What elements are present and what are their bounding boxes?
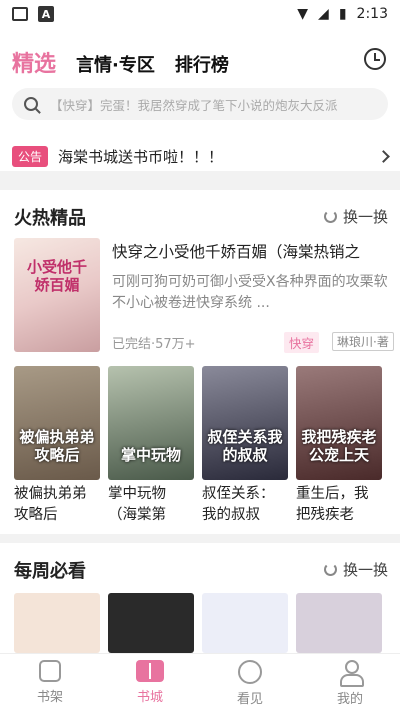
book-cover-title: 我把残疾老公宠上天 (301, 428, 377, 464)
refresh-icon (323, 563, 337, 576)
image-notification-icon (12, 7, 28, 21)
featured-cover[interactable]: 小受他千娇百媚 (14, 238, 100, 352)
featured-meta: 已完结·57万+ (112, 337, 196, 352)
book-cover: 我把残疾老公宠上天 (296, 366, 382, 480)
book-title: 被偏执弟弟攻略后（弟... (14, 486, 87, 523)
status-time: 2:13 (356, 6, 388, 22)
nav-label: 书架 (36, 690, 63, 705)
weekly-covers (14, 593, 382, 653)
featured-description: 可刚可狗可奶可御小受受X各种界面的攻栗软不小心被卷进快穿系统 ... (112, 274, 388, 311)
book-title: 掌中玩物（海棠第一... (108, 486, 166, 523)
notice-badge: 公告 (12, 145, 49, 167)
signal-icon: ◢ (318, 6, 329, 22)
nav-discover[interactable]: 看见 (200, 654, 300, 711)
refresh-label: 换一换 (342, 208, 388, 226)
weekly-cover[interactable] (202, 593, 288, 653)
user-icon (338, 660, 364, 687)
tab-romance[interactable]: 言情·专区 (76, 51, 155, 77)
history-clock-icon[interactable] (364, 48, 386, 70)
book-cover-title: 叔侄关系我的叔叔 (207, 428, 283, 464)
header: 精选 言情·专区 排行榜 【快穿】完蛋！我居然穿成了笔下小说的炮灰大反派 公告 … (0, 28, 400, 171)
refresh-icon (323, 210, 337, 223)
bookshelf-icon (39, 660, 61, 682)
book-title: 重生后，我把残疾老公... (296, 486, 369, 523)
top-tabs: 精选 言情·专区 排行榜 (12, 46, 229, 78)
notice-bar[interactable]: 公告 海棠书城送书币啦！！！ (0, 141, 400, 171)
a-notification-icon: A (38, 6, 54, 22)
refresh-button-hot[interactable]: 换一换 (323, 206, 388, 227)
section-title-weekly: 每周必看 (14, 561, 86, 582)
weekly-cover[interactable] (14, 593, 100, 653)
battery-icon: ▮ (338, 6, 347, 22)
bottom-nav: 书架 书城 看见 我的 (0, 653, 400, 711)
book-title: 叔侄关系：我的叔叔（... (202, 486, 275, 523)
planet-icon (238, 660, 262, 684)
chevron-right-icon (377, 149, 390, 163)
featured-tag: 快穿 (284, 332, 320, 353)
book-item[interactable]: 我把残疾老公宠上天 重生后，我把残疾老公... (296, 366, 382, 526)
refresh-button-weekly[interactable]: 换一换 (323, 559, 388, 580)
featured-title[interactable]: 快穿之小受他千娇百媚（海棠热销之 (112, 240, 388, 262)
nav-label: 看见 (236, 692, 263, 707)
open-book-icon (136, 660, 164, 682)
book-grid: 被偏执弟弟攻略后 被偏执弟弟攻略后（弟... 掌中玩物 掌中玩物（海棠第一...… (14, 366, 400, 526)
book-item[interactable]: 被偏执弟弟攻略后 被偏执弟弟攻略后（弟... (14, 366, 100, 526)
weekly-cover[interactable] (296, 593, 382, 653)
nav-label: 书城 (136, 690, 163, 705)
nav-label: 我的 (336, 692, 363, 707)
weekly-section: 每周必看 换一换 (0, 543, 400, 653)
weekly-cover[interactable] (108, 593, 194, 653)
section-title-hot: 火热精品 (14, 208, 86, 229)
book-cover-title: 掌中玩物 (120, 446, 181, 464)
featured-cover-title: 小受他千娇百媚 (26, 258, 87, 294)
nav-bookstore[interactable]: 书城 (100, 654, 200, 711)
nav-profile[interactable]: 我的 (300, 654, 400, 711)
featured-author: 琳琅川·著 (332, 332, 394, 351)
nav-bookshelf[interactable]: 书架 (0, 654, 100, 711)
book-cover-title: 被偏执弟弟攻略后 (19, 428, 95, 464)
hot-section: 火热精品 换一换 小受他千娇百媚 快穿之小受他千娇百媚（海棠热销之 可刚可狗可奶… (0, 190, 400, 534)
tab-rankings[interactable]: 排行榜 (175, 51, 229, 77)
wifi-icon: ▼ (297, 6, 309, 22)
notice-text: 海棠书城送书币啦！！！ (58, 147, 224, 166)
book-item[interactable]: 叔侄关系我的叔叔 叔侄关系：我的叔叔（... (202, 366, 288, 526)
tab-featured[interactable]: 精选 (12, 46, 56, 78)
refresh-label: 换一换 (342, 561, 388, 579)
status-bar: A ▼ ◢ ▮ 2:13 (0, 0, 400, 28)
search-placeholder: 【快穿】完蛋！我居然穿成了笔下小说的炮灰大反派 (50, 97, 338, 113)
search-icon (24, 97, 38, 111)
book-cover: 叔侄关系我的叔叔 (202, 366, 288, 480)
book-cover: 掌中玩物 (108, 366, 194, 480)
book-cover: 被偏执弟弟攻略后 (14, 366, 100, 480)
book-item[interactable]: 掌中玩物 掌中玩物（海棠第一... (108, 366, 194, 526)
search-bar[interactable]: 【快穿】完蛋！我居然穿成了笔下小说的炮灰大反派 (12, 88, 388, 120)
